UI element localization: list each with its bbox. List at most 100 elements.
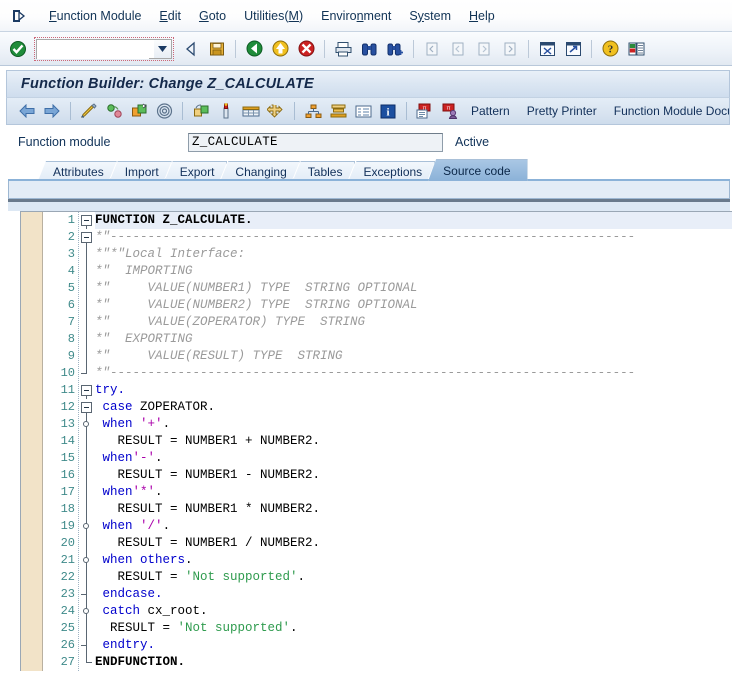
fold-marker[interactable] — [79, 603, 95, 620]
tab-tables[interactable]: Tables — [293, 161, 356, 181]
code-line[interactable]: *" EXPORTING — [95, 331, 732, 348]
fold-marker[interactable] — [79, 535, 95, 552]
code-line[interactable]: *"--------------------------------------… — [95, 229, 732, 246]
fold-marker[interactable] — [79, 569, 95, 586]
other-object-icon[interactable] — [127, 100, 151, 122]
code-line[interactable]: RESULT = 'Not supported'. — [95, 620, 732, 637]
back-blue-arrow-icon[interactable] — [15, 100, 39, 122]
fold-marker[interactable] — [79, 246, 95, 263]
create-shortcut-icon[interactable] — [561, 37, 585, 61]
code-line[interactable]: try. — [95, 382, 732, 399]
menu-help[interactable]: Help — [460, 6, 504, 26]
fold-marker[interactable] — [79, 365, 95, 382]
code-line[interactable]: FUNCTION Z_CALCULATE. — [95, 212, 732, 229]
code-line[interactable]: *"--------------------------------------… — [95, 365, 732, 382]
info-blue-icon[interactable]: i — [376, 100, 400, 122]
breakpoint-margin[interactable] — [21, 212, 43, 671]
menu-environment[interactable]: Environment — [312, 6, 400, 26]
back-arrow-icon[interactable] — [179, 37, 203, 61]
code-line[interactable]: *" VALUE(ZOPERATOR) TYPE STRING — [95, 314, 732, 331]
tab-attributes[interactable]: Attributes — [38, 161, 117, 181]
find-binoculars-icon[interactable] — [357, 37, 381, 61]
command-input[interactable] — [37, 41, 149, 59]
first-page-icon[interactable] — [420, 37, 444, 61]
table-display-icon[interactable] — [239, 100, 263, 122]
forward-blue-arrow-icon[interactable] — [40, 100, 64, 122]
fold-marker[interactable] — [79, 382, 95, 399]
menu-edit[interactable]: Edit — [150, 6, 190, 26]
code-line[interactable]: RESULT = NUMBER1 * NUMBER2. — [95, 501, 732, 518]
code-line[interactable]: when others. — [95, 552, 732, 569]
yellow-exit-icon[interactable] — [268, 37, 292, 61]
help-question-icon[interactable]: ? — [598, 37, 622, 61]
fold-marker[interactable] — [79, 348, 95, 365]
pattern-red-icon[interactable]: π — [413, 100, 437, 122]
fold-marker[interactable] — [79, 501, 95, 518]
find-next-icon[interactable] — [383, 37, 407, 61]
code-line[interactable]: endcase. — [95, 586, 732, 603]
fold-marker[interactable] — [79, 620, 95, 637]
fold-marker[interactable] — [79, 314, 95, 331]
code-line[interactable]: when '/'. — [95, 518, 732, 535]
display-change-pencil-icon[interactable] — [77, 100, 101, 122]
code-line[interactable]: RESULT = 'Not supported'. — [95, 569, 732, 586]
fold-marker[interactable] — [79, 416, 95, 433]
chevron-down-icon[interactable] — [154, 40, 171, 58]
fold-marker[interactable] — [79, 229, 95, 246]
pattern-user-icon[interactable]: π — [438, 100, 462, 122]
pattern-button[interactable]: Pattern — [463, 102, 518, 120]
navigate-icon[interactable] — [264, 100, 288, 122]
object-hierarchy-icon[interactable] — [301, 100, 325, 122]
code-line[interactable]: RESULT = NUMBER1 + NUMBER2. — [95, 433, 732, 450]
code-line[interactable]: RESULT = NUMBER1 - NUMBER2. — [95, 467, 732, 484]
menu-function-module[interactable]: Function Module — [40, 6, 150, 26]
activate-icon[interactable] — [102, 100, 126, 122]
code-line[interactable]: *"*"Local Interface: — [95, 246, 732, 263]
fold-marker[interactable] — [79, 586, 95, 603]
next-page-icon[interactable] — [472, 37, 496, 61]
code-text-area[interactable]: FUNCTION Z_CALCULATE.*"-----------------… — [95, 212, 732, 671]
fold-marker[interactable] — [79, 484, 95, 501]
fold-marker[interactable] — [79, 263, 95, 280]
tab-changing[interactable]: Changing — [220, 161, 299, 181]
tab-import[interactable]: Import — [110, 161, 172, 181]
last-page-icon[interactable] — [498, 37, 522, 61]
code-folding-column[interactable] — [79, 212, 95, 671]
pretty-printer-button[interactable]: Pretty Printer — [519, 102, 605, 120]
print-icon[interactable] — [331, 37, 355, 61]
tab-export[interactable]: Export — [165, 161, 228, 181]
code-line[interactable]: when '+'. — [95, 416, 732, 433]
fold-marker[interactable] — [79, 518, 95, 535]
customize-layout-icon[interactable] — [624, 37, 648, 61]
source-code-editor[interactable]: 1234567891011121314151617181920212223242… — [20, 211, 732, 671]
code-line[interactable]: catch cx_root. — [95, 603, 732, 620]
save-disk-icon[interactable] — [205, 37, 229, 61]
code-line[interactable]: when'*'. — [95, 484, 732, 501]
code-line[interactable]: *" VALUE(NUMBER1) TYPE STRING OPTIONAL — [95, 280, 732, 297]
fold-marker[interactable] — [79, 399, 95, 416]
tab-exceptions[interactable]: Exceptions — [348, 161, 435, 181]
system-menu-icon[interactable] — [8, 7, 30, 25]
code-line[interactable]: RESULT = NUMBER1 / NUMBER2. — [95, 535, 732, 552]
code-line[interactable]: *" IMPORTING — [95, 263, 732, 280]
code-line[interactable]: case ZOPERATOR. — [95, 399, 732, 416]
code-line[interactable]: ENDFUNCTION. — [95, 654, 732, 671]
tab-source-code[interactable]: Source code — [428, 159, 527, 181]
fold-marker[interactable] — [79, 433, 95, 450]
test-single-icon[interactable] — [214, 100, 238, 122]
fold-marker[interactable] — [79, 450, 95, 467]
check-object-icon[interactable] — [189, 100, 213, 122]
code-line[interactable]: *" VALUE(RESULT) TYPE STRING — [95, 348, 732, 365]
fold-marker[interactable] — [79, 212, 95, 229]
red-cancel-icon[interactable] — [294, 37, 318, 61]
code-line[interactable]: when'-'. — [95, 450, 732, 467]
menu-system[interactable]: System — [400, 6, 460, 26]
fold-marker[interactable] — [79, 654, 95, 671]
list-display-icon[interactable] — [351, 100, 375, 122]
command-field[interactable] — [36, 39, 172, 59]
stack-icon[interactable] — [326, 100, 350, 122]
where-used-list-icon[interactable] — [152, 100, 176, 122]
fold-marker[interactable] — [79, 331, 95, 348]
function-module-input[interactable] — [188, 133, 443, 152]
menu-goto[interactable]: Goto — [190, 6, 235, 26]
